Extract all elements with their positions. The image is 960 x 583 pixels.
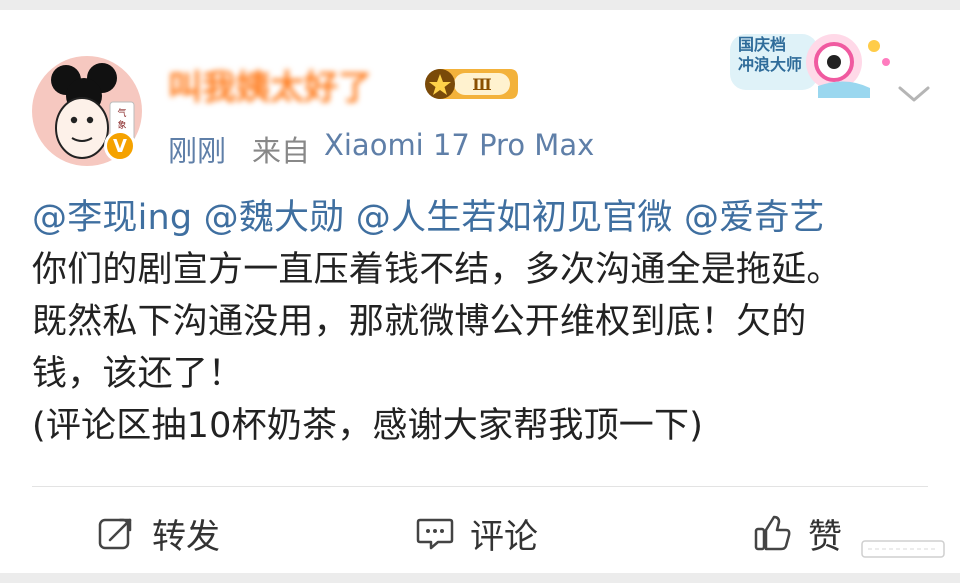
post-text-line: 既然私下沟通没用，那就微博公开维权到底！欠的 [32,302,807,342]
author-name[interactable]: 叫我姨太好了 [168,60,372,109]
post-text-line: (评论区抽10杯奶茶，感谢大家帮我顶一下) [32,406,704,446]
thumbs-up-icon [754,515,791,551]
post-device[interactable]: Xiaomi 17 Pro Max [324,128,594,162]
post-text-line: 钱，该还了！ [32,354,244,394]
repost-button[interactable]: 转发 [96,508,220,558]
event-badge-text: 国庆档 冲浪大师 [738,35,803,74]
comment-icon [416,518,454,550]
mention-link[interactable]: @魏大勋 [204,198,345,238]
chevron-down-icon[interactable] [894,80,934,108]
post-source-prefix: 来自 [252,134,311,168]
post-text-line: 你们的剧宣方一直压着钱不结，多次沟通全是拖延。 [32,250,842,290]
mention-link[interactable]: @人生若如初见官微 [356,198,673,238]
verified-badge: V [104,130,136,162]
weibo-post-card: 气象煤 V 叫我姨太好了 Ⅲ 刚刚 来自 Xiaomi 17 Pro Max 国… [0,10,960,573]
divider [32,486,928,487]
post-time: 刚刚 [168,134,227,168]
mention-link[interactable]: @李现ing [32,198,192,238]
mention-link[interactable]: @爱奇艺 [684,198,825,238]
comment-label: 评论 [470,516,538,557]
repost-icon [98,518,132,550]
comment-button[interactable]: 评论 [414,508,538,558]
repost-label: 转发 [152,516,220,557]
post-content: @李现ing @魏大勋 @人生若如初见官微 @爱奇艺 你们的剧宣方一直压着钱不结… [32,192,932,452]
mention-line: @李现ing @魏大勋 @人生若如初见官微 @爱奇艺 [32,192,932,244]
watermark-mark [860,539,946,559]
member-level-text: Ⅲ [472,75,491,94]
like-button[interactable]: 赞 [752,508,842,558]
member-level-badge: Ⅲ [424,66,520,102]
like-label: 赞 [808,516,842,557]
